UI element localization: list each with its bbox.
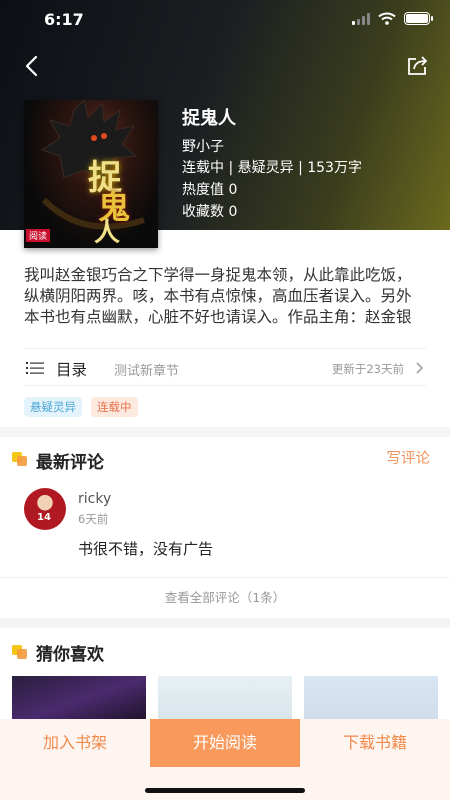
comment-text: 书很不错，没有广告 bbox=[78, 540, 214, 558]
comments-title: 最新评论 bbox=[36, 453, 104, 473]
latest-chapter: 测试新章节 bbox=[114, 364, 180, 379]
bottom-action-bar: 加入书架 开始阅读 下载书籍 bbox=[0, 719, 450, 800]
book-author[interactable]: 野小子 bbox=[182, 136, 224, 156]
status-bar: 6:17 bbox=[0, 0, 450, 40]
battery-icon bbox=[404, 12, 433, 25]
section-divider bbox=[0, 427, 450, 437]
add-to-shelf-button[interactable]: 加入书架 bbox=[0, 719, 150, 767]
section-divider bbox=[0, 618, 450, 628]
toc-row[interactable]: 目录 测试新章节 更新于23天前 bbox=[24, 348, 426, 386]
view-all-comments-link[interactable]: 查看全部评论（1条） bbox=[0, 587, 450, 606]
download-book-button[interactable]: 下载书籍 bbox=[300, 719, 450, 767]
avatar[interactable]: 14 bbox=[24, 488, 66, 530]
back-icon[interactable] bbox=[18, 52, 46, 80]
status-time: 6:17 bbox=[44, 10, 84, 29]
book-heat: 热度值 0 bbox=[182, 182, 238, 198]
write-comment-button[interactable]: 写评论 bbox=[387, 447, 431, 468]
comment-time: 6天前 bbox=[78, 512, 109, 526]
signal-icon bbox=[352, 12, 370, 25]
recommend-title: 猜你喜欢 bbox=[36, 645, 104, 665]
chevron-right-icon bbox=[416, 362, 424, 374]
status-tag[interactable]: 连载中 bbox=[91, 397, 138, 417]
book-meta: 连载中 | 悬疑灵异 | 153万字 bbox=[182, 160, 362, 176]
section-icon bbox=[12, 452, 28, 466]
section-icon bbox=[12, 645, 28, 659]
cover-title-char: 人 bbox=[94, 218, 121, 248]
comment-username[interactable]: ricky bbox=[78, 491, 111, 507]
update-time: 更新于23天前 bbox=[331, 362, 404, 376]
book-description: 我叫赵金银巧合之下学得一身捉鬼本领，从此靠此吃饭，纵横阴阳两界。咳，本书有点惊悚… bbox=[24, 266, 412, 326]
book-cover: 捉 鬼 人 阅读 bbox=[24, 100, 158, 248]
home-indicator bbox=[145, 788, 305, 793]
share-icon[interactable] bbox=[404, 52, 432, 80]
list-icon bbox=[26, 362, 44, 374]
start-reading-button[interactable]: 开始阅读 bbox=[150, 719, 300, 767]
genre-tag[interactable]: 悬疑灵异 bbox=[24, 397, 82, 417]
cover-publisher-tag: 阅读 bbox=[26, 229, 51, 242]
wifi-icon bbox=[378, 12, 396, 25]
book-title: 捉鬼人 bbox=[182, 108, 236, 129]
comments-separator bbox=[0, 577, 450, 578]
book-favorites: 收藏数 0 bbox=[182, 204, 238, 220]
avatar-jersey-number: 14 bbox=[37, 512, 51, 523]
toc-label: 目录 bbox=[56, 361, 88, 379]
status-icons bbox=[352, 12, 433, 25]
